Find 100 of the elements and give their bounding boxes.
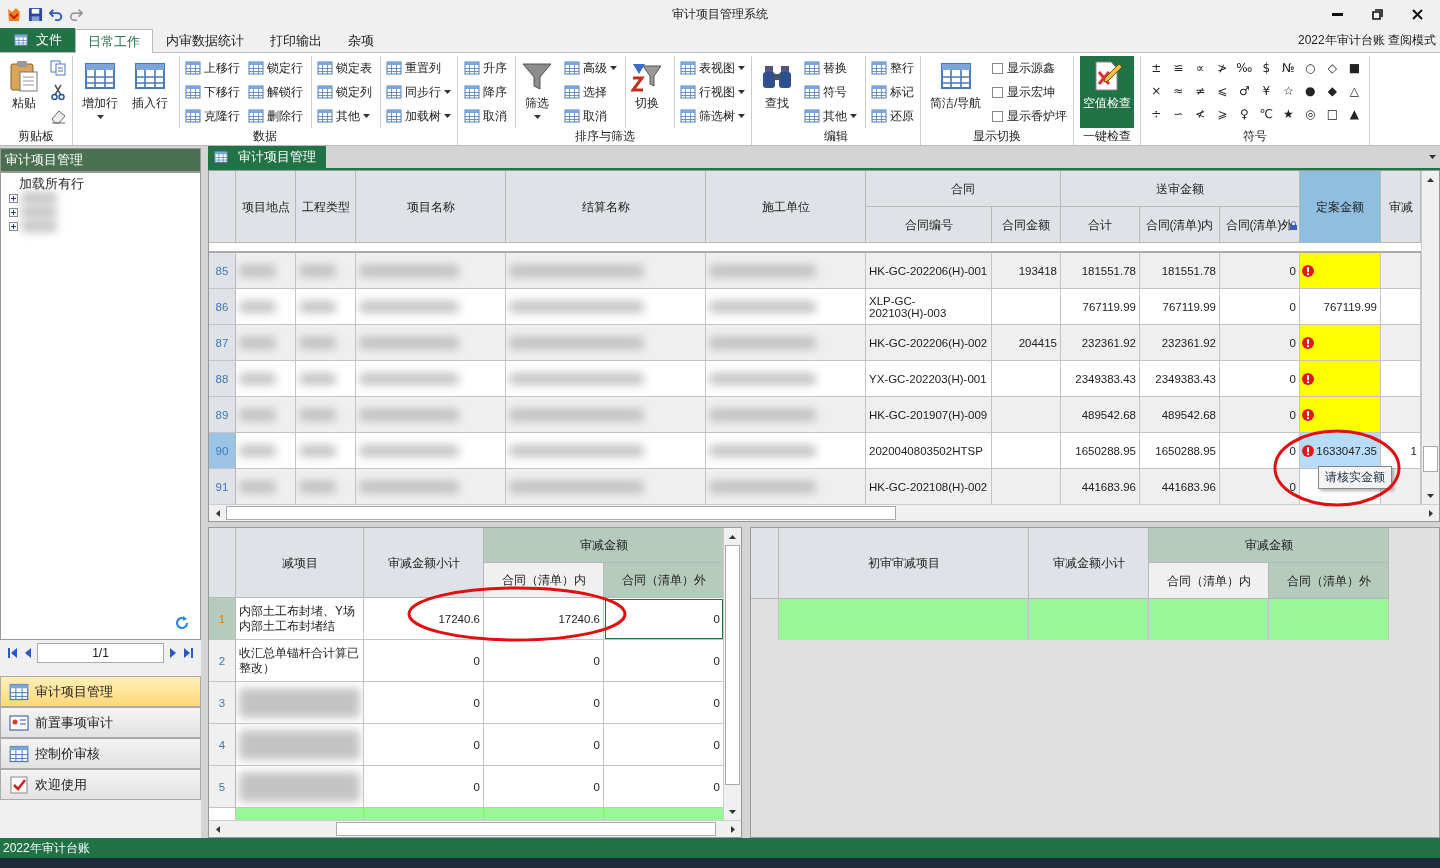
symbol-button[interactable]: ◇ <box>1321 60 1344 75</box>
ribbon-button[interactable]: 锁定列 <box>311 80 372 104</box>
symbol-button[interactable]: △ <box>1343 83 1366 98</box>
symbol-button[interactable]: ○ <box>1299 60 1322 75</box>
ribbon-button[interactable]: 锁定行 <box>248 56 303 80</box>
row-number[interactable]: 4 <box>209 724 236 766</box>
ribbon-button[interactable]: 其他 <box>311 104 372 128</box>
ribbon-button[interactable]: 筛选树 <box>674 104 745 128</box>
checkbox[interactable]: 显示源鑫 <box>992 56 1068 80</box>
symbol-button[interactable]: ∝ <box>1189 60 1212 75</box>
symbol-button[interactable]: ◆ <box>1321 83 1344 98</box>
ribbon-button[interactable]: 查找 <box>758 56 796 128</box>
symbol-button[interactable]: ≯ <box>1211 60 1234 75</box>
ribbon-button[interactable]: 替换 <box>804 56 857 80</box>
vertical-scrollbar[interactable] <box>723 528 741 820</box>
symbol-button[interactable]: № <box>1277 60 1300 75</box>
symbol-button[interactable]: ∽ <box>1167 106 1190 121</box>
symbol-button[interactable]: ★ <box>1277 106 1300 121</box>
row-number[interactable]: 2 <box>209 640 236 682</box>
symbol-button[interactable]: ☆ <box>1277 83 1300 98</box>
row-number[interactable]: 89 <box>209 397 236 433</box>
horizontal-scrollbar[interactable] <box>209 820 741 837</box>
scrollbar-thumb[interactable] <box>226 506 896 520</box>
symbol-button[interactable]: ■ <box>1343 60 1366 75</box>
row-number[interactable]: 88 <box>209 361 236 397</box>
vertical-scrollbar[interactable] <box>1421 171 1439 504</box>
symbol-button[interactable]: ÷ <box>1145 106 1168 121</box>
ribbon-button[interactable]: 上移行 <box>179 56 240 80</box>
ribbon-button[interactable]: 删除行 <box>248 104 303 128</box>
symbol-button[interactable]: $ <box>1255 60 1278 75</box>
ribbon-button[interactable]: 表视图 <box>674 56 745 80</box>
ribbon-button[interactable]: 标记 <box>865 80 914 104</box>
caret-icon <box>96 115 104 119</box>
ribbon-button[interactable]: 解锁行 <box>248 80 303 104</box>
scrollbar-thumb[interactable] <box>336 822 716 836</box>
ribbon-button[interactable]: 克隆行 <box>179 104 240 128</box>
page-field[interactable]: 1/1 <box>37 643 164 663</box>
tree-item[interactable]: 加载所有行 <box>19 175 84 193</box>
ribbon-button[interactable]: 其他 <box>804 104 857 128</box>
symbol-button[interactable]: ● <box>1299 83 1322 98</box>
nav-button[interactable]: 前置事项审计 <box>0 707 201 738</box>
ribbon-tab[interactable]: 内审数据统计 <box>153 29 257 52</box>
horizontal-scrollbar[interactable] <box>209 504 1439 521</box>
ribbon-tab[interactable]: 日常工作 <box>75 29 153 53</box>
symbol-button[interactable]: ℃ <box>1255 106 1278 121</box>
ribbon-button[interactable]: 插入行 <box>129 56 171 128</box>
row-number[interactable]: 87 <box>209 325 236 361</box>
symbol-button[interactable]: □ <box>1321 106 1344 121</box>
ribbon-tab[interactable]: 打印输出 <box>257 29 335 52</box>
row-number[interactable]: 86 <box>209 289 236 325</box>
ribbon-button[interactable]: 升序 <box>464 56 507 80</box>
symbol-button[interactable]: ◎ <box>1299 106 1322 121</box>
ribbon-button[interactable]: 空值检查 <box>1080 56 1135 128</box>
ribbon-button[interactable]: 取消 <box>564 104 617 128</box>
ribbon-button[interactable]: 还原 <box>865 104 914 128</box>
ribbon-button[interactable]: 锁定表 <box>311 56 372 80</box>
symbol-button[interactable]: ≈ <box>1167 83 1190 98</box>
ribbon-button[interactable]: 简洁/导航 <box>927 56 985 128</box>
scrollbar-thumb[interactable] <box>1423 446 1438 472</box>
symbol-button[interactable]: ♀ <box>1233 106 1256 121</box>
symbol-button[interactable]: ± <box>1145 60 1168 75</box>
ribbon-button[interactable]: 重置列 <box>380 56 451 80</box>
ribbon-button[interactable]: 粘贴 <box>6 56 42 128</box>
checkbox[interactable]: 显示宏坤 <box>992 80 1068 104</box>
file-tab[interactable]: 文件 <box>0 28 75 52</box>
ribbon-button[interactable]: 符号 <box>804 80 857 104</box>
symbol-button[interactable]: ‰ <box>1233 60 1256 75</box>
ribbon-button[interactable]: 降序 <box>464 80 507 104</box>
symbol-button[interactable]: ⩽ <box>1211 83 1234 98</box>
symbol-button[interactable]: × <box>1145 83 1168 98</box>
ribbon-button[interactable]: 选择 <box>564 80 617 104</box>
row-number[interactable]: 85 <box>209 253 236 289</box>
symbol-button[interactable]: ≮ <box>1189 106 1212 121</box>
ribbon-button[interactable]: 增加行 <box>79 56 121 128</box>
scrollbar-thumb[interactable] <box>725 545 740 785</box>
checkbox[interactable]: 显示香炉坪 <box>992 104 1068 128</box>
row-number[interactable]: 5 <box>209 766 236 808</box>
ribbon-button[interactable]: 整行 <box>865 56 914 80</box>
ribbon-button[interactable]: 行视图 <box>674 80 745 104</box>
nav-button[interactable]: 审计项目管理 <box>0 676 201 707</box>
nav-button[interactable]: 欢迎使用 <box>0 769 201 800</box>
nav-button[interactable]: 控制价审核 <box>0 738 201 769</box>
symbol-button[interactable]: ▲ <box>1343 106 1366 121</box>
symbol-button[interactable]: ≠ <box>1189 83 1212 98</box>
symbol-button[interactable]: ≌ <box>1167 60 1190 75</box>
symbol-button[interactable]: ♂ <box>1233 83 1256 98</box>
row-number[interactable]: 91 <box>209 469 236 504</box>
ribbon-button[interactable]: 下移行 <box>179 80 240 104</box>
document-tab[interactable]: 审计项目管理 <box>208 146 326 168</box>
row-number[interactable]: 3 <box>209 682 236 724</box>
ribbon-tab[interactable]: 杂项 <box>335 29 387 52</box>
ribbon-button[interactable]: 加载树 <box>380 104 451 128</box>
symbol-button[interactable]: ⩾ <box>1211 106 1234 121</box>
ribbon-button[interactable]: 筛选 <box>515 56 556 128</box>
symbol-button[interactable]: ¥ <box>1255 83 1278 98</box>
column-header: 项目地点 <box>236 171 296 243</box>
ribbon-button[interactable]: 切换 <box>625 56 666 128</box>
ribbon-button[interactable]: 同步行 <box>380 80 451 104</box>
ribbon-button[interactable]: 高级 <box>564 56 617 80</box>
ribbon-button[interactable]: 取消 <box>464 104 507 128</box>
